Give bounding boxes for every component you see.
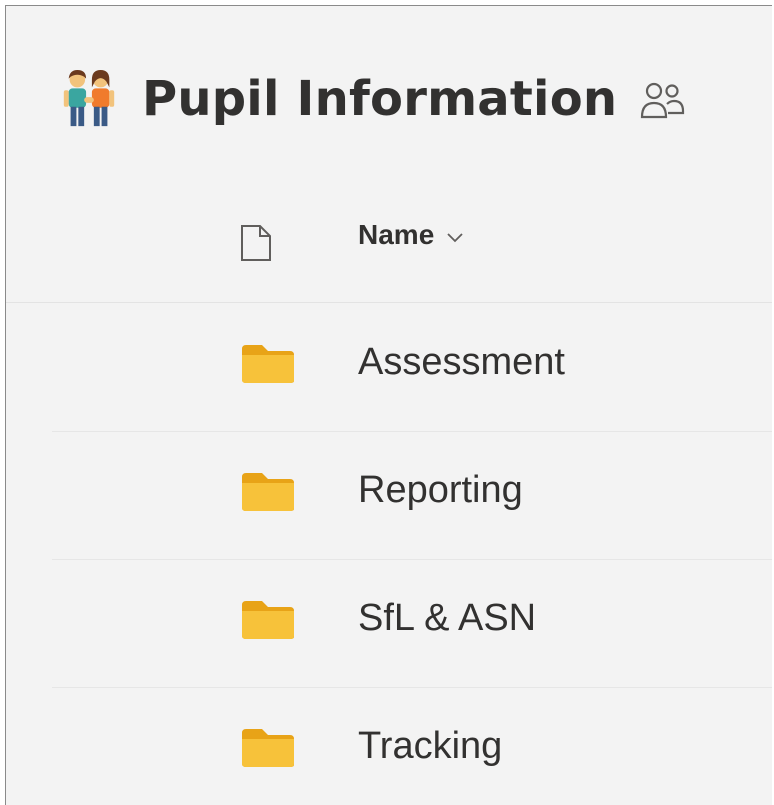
list-item[interactable]: Tracking <box>52 687 772 805</box>
item-name[interactable]: SfL & ASN <box>358 597 536 640</box>
group-icon[interactable] <box>639 79 685 125</box>
list-item[interactable]: Assessment <box>52 303 772 432</box>
people-holding-hands-icon <box>63 69 115 127</box>
name-column-label: Name <box>358 219 435 250</box>
name-column-header[interactable]: Name <box>358 219 464 251</box>
chevron-down-icon <box>447 233 463 243</box>
folder-icon <box>242 473 294 511</box>
document-icon[interactable] <box>238 224 274 262</box>
list-item[interactable]: SfL & ASN <box>52 559 772 688</box>
item-name[interactable]: Reporting <box>358 469 523 512</box>
folder-icon <box>242 601 294 639</box>
folder-icon <box>242 345 294 383</box>
item-name[interactable]: Tracking <box>358 725 502 768</box>
library-header: Pupil Information <box>58 64 685 134</box>
folder-icon <box>242 729 294 767</box>
list-item[interactable]: Reporting <box>52 431 772 560</box>
document-library: Pupil Information Name Assessment Report… <box>5 5 772 805</box>
library-title: Pupil Information <box>142 71 618 127</box>
item-name[interactable]: Assessment <box>358 341 565 384</box>
